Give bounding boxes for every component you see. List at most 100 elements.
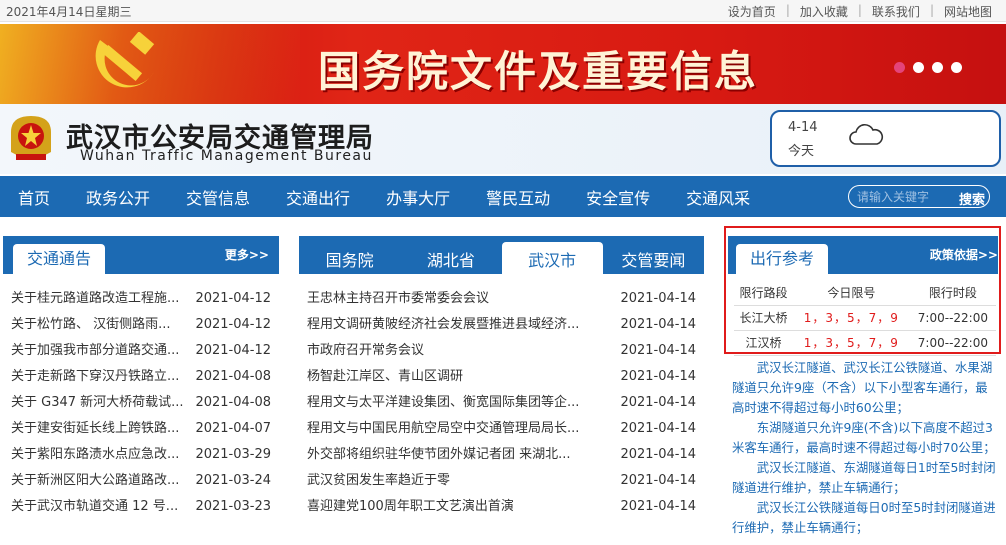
list-item[interactable]: 关于紫阳东路渍水点应急改... 2021-03-29 (3, 442, 279, 468)
item-date: 2021-04-12 (195, 317, 271, 332)
item-date: 2021-04-08 (195, 369, 271, 384)
item-title[interactable]: 杨智赴江岸区、青山区调研 (307, 364, 463, 390)
list-item[interactable]: 程用文与中国民用航空局空中交通管理局局长... 2021-04-14 (299, 416, 704, 442)
list-item[interactable]: 关于走新路下穿汉丹铁路立... 2021-04-08 (3, 364, 279, 390)
more-link[interactable]: 更多>> (225, 246, 269, 263)
item-date: 2021-04-14 (620, 317, 696, 332)
table-header-row: 限行路段 今日限号 限行时段 (734, 280, 996, 306)
carousel-dot[interactable] (913, 62, 924, 73)
notice-paragraph: 东湖隧道只允许9座(不含)以下高度不超过3米客车通行，最高时速不得超过每小时70… (732, 420, 996, 455)
table-row: 长江大桥 1，3，5，7，9 7:00--22:00 (734, 305, 996, 331)
set-homepage-link[interactable]: 设为首页 (718, 3, 786, 20)
tab-traffic-notice[interactable]: 交通通告 (13, 244, 105, 276)
news-tabs: 国务院 湖北省 武汉市 交管要闻 (299, 236, 704, 274)
item-title[interactable]: 关于走新路下穿汉丹铁路立... (11, 364, 179, 390)
nav-home[interactable]: 首页 (0, 185, 68, 209)
list-item[interactable]: 关于武汉市轨道交通 12 号... 2021-03-23 (3, 494, 279, 520)
list-item[interactable]: 关于 G347 新河大桥荷载试... 2021-04-08 (3, 390, 279, 416)
weather-widget: 4-14 今天 (770, 110, 1001, 167)
list-item[interactable]: 市政府召开常务会议 2021-04-14 (299, 338, 704, 364)
list-item[interactable]: 武汉贫困发生率趋近于零 2021-04-14 (299, 468, 704, 494)
list-item[interactable]: 关于建安街延长线上跨铁路... 2021-04-07 (3, 416, 279, 442)
nav-travel[interactable]: 交通出行 (268, 185, 368, 209)
item-date: 2021-04-14 (620, 395, 696, 410)
list-item[interactable]: 外交部将组织驻华使节团外媒记者团 来湖北... 2021-04-14 (299, 442, 704, 468)
list-item[interactable]: 关于加强我市部分道路交通... 2021-04-12 (3, 338, 279, 364)
site-name-en: Wuhan Traffic Management Bureau (80, 148, 373, 164)
item-title[interactable]: 关于建安街延长线上跨铁路... (11, 416, 179, 442)
item-date: 2021-04-12 (195, 291, 271, 306)
banner-title: 国务院文件及重要信息 (318, 47, 759, 96)
nav-safety-promotion[interactable]: 安全宣传 (568, 185, 668, 209)
panel-header: 交通通告 更多>> (3, 236, 279, 276)
list-item[interactable]: 喜迎建党100周年职工文艺演出首演 2021-04-14 (299, 494, 704, 520)
nav-traffic-info[interactable]: 交管信息 (168, 185, 268, 209)
tab-wuhan[interactable]: 武汉市 (501, 242, 603, 274)
item-date: 2021-04-07 (195, 421, 271, 436)
carousel-dot[interactable] (951, 62, 962, 73)
item-title[interactable]: 程用文调研黄陂经济社会发展暨推进县域经济... (307, 312, 579, 338)
item-title[interactable]: 关于松竹路、 汉街侧路雨... (11, 312, 171, 338)
tunnel-notice: 武汉长江隧道、武汉长江公铁隧道、水果湖隧道只允许9座（不含）以下小型客车通行，最… (732, 358, 998, 538)
add-favorite-link[interactable]: 加入收藏 (790, 3, 858, 20)
sitemap-link[interactable]: 网站地图 (934, 3, 1002, 20)
hammer-sickle-icon (95, 32, 155, 88)
item-date: 2021-04-14 (620, 473, 696, 488)
item-title[interactable]: 关于加强我市部分道路交通... (11, 338, 179, 364)
nav-police-interaction[interactable]: 警民互动 (468, 185, 568, 209)
news-panel: 国务院 湖北省 武汉市 交管要闻 王忠林主持召开市委常委会会议 2021-04-1… (299, 236, 704, 520)
nav-service-hall[interactable]: 办事大厅 (368, 185, 468, 209)
item-date: 2021-03-24 (195, 473, 271, 488)
list-item[interactable]: 关于松竹路、 汉街侧路雨... 2021-04-12 (3, 312, 279, 338)
item-title[interactable]: 王忠林主持召开市委常委会会议 (307, 286, 489, 312)
item-title[interactable]: 关于武汉市轨道交通 12 号... (11, 494, 178, 520)
search-input[interactable] (857, 188, 953, 205)
item-title[interactable]: 武汉贫困发生率趋近于零 (307, 468, 450, 494)
weather-day: 今天 (788, 144, 815, 159)
notice-paragraph: 武汉长江隧道、东湖隧道每日1时至5时封闭隧道进行维护，禁止车辆通行； (732, 460, 996, 495)
time-cell: 7:00--22:00 (909, 330, 996, 356)
item-title[interactable]: 程用文与太平洋建设集团、衡宽国际集团等企... (307, 390, 579, 416)
carousel-dot[interactable] (932, 62, 943, 73)
tab-hubei[interactable]: 湖北省 (400, 236, 501, 274)
item-title[interactable]: 喜迎建党100周年职工文艺演出首演 (307, 494, 514, 520)
police-emblem-icon (11, 116, 51, 160)
item-date: 2021-04-14 (620, 499, 696, 514)
panel-header: 国务院 湖北省 武汉市 交管要闻 (299, 236, 704, 274)
nav-traffic-gallery[interactable]: 交通风采 (668, 185, 768, 209)
item-title[interactable]: 外交部将组织驻华使节团外媒记者团 来湖北... (307, 442, 571, 468)
list-item[interactable]: 程用文调研黄陂经济社会发展暨推进县域经济... 2021-04-14 (299, 312, 704, 338)
road-cell: 长江大桥 (734, 305, 793, 331)
contact-link[interactable]: 联系我们 (862, 3, 930, 20)
time-cell: 7:00--22:00 (909, 305, 996, 331)
list-item[interactable]: 关于桂元路道路改造工程施... 2021-04-12 (3, 286, 279, 312)
item-date: 2021-04-14 (620, 447, 696, 462)
news-list: 王忠林主持召开市委常委会会议 2021-04-14 程用文调研黄陂经济社会发展暨推… (299, 286, 704, 520)
notice-paragraph: 武汉长江公铁隧道每日0时至5时封闭隧道进行维护，禁止车辆通行； (732, 500, 996, 535)
item-title[interactable]: 关于桂元路道路改造工程施... (11, 286, 179, 312)
road-cell: 江汉桥 (734, 330, 793, 356)
item-title[interactable]: 关于 G347 新河大桥荷载试... (11, 390, 184, 416)
list-item[interactable]: 关于新洲区阳大公路道路改... 2021-03-24 (3, 468, 279, 494)
item-title[interactable]: 关于新洲区阳大公路道路改... (11, 468, 179, 494)
cloud-icon (849, 124, 884, 145)
list-item[interactable]: 程用文与太平洋建设集团、衡宽国际集团等企... 2021-04-14 (299, 390, 704, 416)
search-button[interactable]: 搜索 (959, 189, 985, 207)
item-date: 2021-04-14 (620, 369, 696, 384)
tab-traffic-news[interactable]: 交管要闻 (603, 236, 704, 274)
item-title[interactable]: 程用文与中国民用航空局空中交通管理局局长... (307, 416, 579, 442)
item-date: 2021-03-29 (195, 447, 271, 462)
item-date: 2021-04-12 (195, 343, 271, 358)
tab-state-council[interactable]: 国务院 (299, 236, 400, 274)
item-title[interactable]: 关于紫阳东路渍水点应急改... (11, 442, 179, 468)
nav-government-affairs[interactable]: 政务公开 (68, 185, 168, 209)
carousel-dot[interactable] (894, 62, 905, 73)
list-item[interactable]: 王忠林主持召开市委常委会会议 2021-04-14 (299, 286, 704, 312)
item-title[interactable]: 市政府召开常务会议 (307, 338, 424, 364)
list-item[interactable]: 杨智赴江岸区、青山区调研 2021-04-14 (299, 364, 704, 390)
top-bar: 2021年4月14日星期三 设为首页 | 加入收藏 | 联系我们 | 网站地图 (0, 0, 1006, 22)
notice-paragraph: 武汉长江隧道、武汉长江公铁隧道、水果湖隧道只允许9座（不含）以下小型客车通行，最… (732, 360, 993, 415)
banner[interactable]: 国务院文件及重要信息 (0, 24, 1006, 104)
current-date: 2021年4月14日星期三 (6, 5, 132, 19)
traffic-notice-panel: 交通通告 更多>> 关于桂元路道路改造工程施... 2021-04-12 关于松竹… (3, 236, 279, 520)
